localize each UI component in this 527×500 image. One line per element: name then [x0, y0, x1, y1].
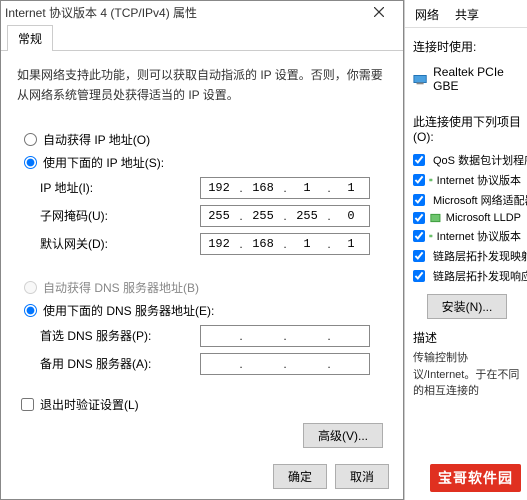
close-icon — [374, 7, 384, 17]
background-properties-window: 网络 共享 连接时使用: Realtek PCIe GBE 此连接使用下列项目(… — [404, 0, 527, 500]
item-checkbox[interactable] — [413, 230, 425, 242]
radio-auto-dns: 自动获得 DNS 服务器地址(B) — [24, 279, 386, 296]
tab-general[interactable]: 常规 — [7, 25, 53, 51]
ip-label: IP 地址(I): — [40, 179, 200, 196]
item-checkbox[interactable] — [413, 212, 425, 224]
protocol-icon — [429, 174, 433, 186]
dns2-label: 备用 DNS 服务器(A): — [40, 355, 200, 372]
validate-checkbox-input[interactable] — [21, 398, 34, 411]
bgwin-tab-network[interactable]: 网络 — [407, 2, 447, 27]
install-row: 安装(N)... — [413, 294, 521, 319]
bgwin-tab-sharing[interactable]: 共享 — [447, 2, 487, 27]
item-label: 链路层拓扑发现映射 — [433, 248, 527, 264]
radio-auto-dns-label: 自动获得 DNS 服务器地址(B) — [43, 279, 199, 296]
validate-checkbox-label: 退出时验证设置(L) — [40, 396, 139, 413]
description-text: 传输控制协议/Internet。于在不同的相互连接的 — [413, 350, 521, 400]
bottom-buttons: 确定 取消 — [273, 464, 389, 489]
ip-oct4[interactable]: 1 — [333, 181, 369, 195]
mask-oct1[interactable]: 255 — [201, 209, 237, 223]
mask-oct3[interactable]: 255 — [289, 209, 325, 223]
item-checkbox[interactable] — [413, 174, 425, 186]
list-item[interactable]: Internet 协议版本 — [413, 226, 521, 246]
mask-input[interactable]: 255. 255. 255. 0 — [200, 205, 370, 227]
list-item[interactable]: Microsoft LLDP — [413, 210, 521, 226]
bgwin-tabs: 网络 共享 — [405, 0, 527, 28]
bgwin-body: 连接时使用: Realtek PCIe GBE 此连接使用下列项目(O): Qo… — [405, 28, 527, 406]
protocol-icon — [429, 230, 433, 242]
gw-oct1[interactable]: 192 — [201, 237, 237, 251]
ip-oct3[interactable]: 1 — [289, 181, 325, 195]
dns2-row: 备用 DNS 服务器(A): . . . — [40, 353, 386, 375]
radio-auto-ip[interactable]: 自动获得 IP 地址(O) — [24, 131, 386, 148]
item-checkbox[interactable] — [413, 194, 425, 206]
mask-row: 子网掩码(U): 255. 255. 255. 0 — [40, 205, 386, 227]
radio-manual-dns-input[interactable] — [24, 304, 37, 317]
advanced-row: 高级(V)... — [17, 423, 387, 448]
tab-strip: 常规 — [1, 23, 403, 51]
adapter-name: Realtek PCIe GBE — [433, 65, 521, 93]
item-checkbox[interactable] — [413, 154, 425, 166]
radio-auto-ip-input[interactable] — [24, 133, 37, 146]
close-button[interactable] — [359, 1, 399, 23]
gw-oct2[interactable]: 168 — [245, 237, 281, 251]
dialog-body: 如果网络支持此功能，则可以获取自动指派的 IP 设置。否则，你需要从网络系统管理… — [1, 51, 403, 458]
dns-group: 自动获得 DNS 服务器地址(B) 使用下面的 DNS 服务器地址(E): 首选… — [17, 272, 387, 382]
radio-manual-ip-label: 使用下面的 IP 地址(S): — [43, 154, 164, 171]
gw-oct3[interactable]: 1 — [289, 237, 325, 251]
radio-manual-dns-label: 使用下面的 DNS 服务器地址(E): — [43, 302, 214, 319]
dns1-input[interactable]: . . . — [200, 325, 370, 347]
list-item[interactable]: Microsoft 网络适配器 — [413, 190, 521, 210]
radio-auto-dns-input — [24, 281, 37, 294]
ip-input[interactable]: 192. 168. 1. 1 — [200, 177, 370, 199]
item-label: Internet 协议版本 — [437, 172, 521, 188]
radio-manual-ip[interactable]: 使用下面的 IP 地址(S): — [24, 154, 386, 171]
title-bar: Internet 协议版本 4 (TCP/IPv4) 属性 — [1, 1, 403, 23]
list-item[interactable]: Internet 协议版本 — [413, 170, 521, 190]
item-label: 链路层拓扑发现响应 — [433, 268, 527, 284]
mask-oct4[interactable]: 0 — [333, 209, 369, 223]
mask-oct2[interactable]: 255 — [245, 209, 281, 223]
item-label: Microsoft 网络适配器 — [433, 192, 527, 208]
protocol-icon — [429, 212, 442, 224]
item-label: Microsoft LLDP — [446, 212, 521, 224]
dialog-title: Internet 协议版本 4 (TCP/IPv4) 属性 — [5, 4, 359, 21]
gw-oct4[interactable]: 1 — [333, 237, 369, 251]
ok-button[interactable]: 确定 — [273, 464, 327, 489]
connect-using-label: 连接时使用: — [413, 38, 521, 55]
install-button[interactable]: 安装(N)... — [427, 294, 508, 319]
ipv4-properties-dialog: Internet 协议版本 4 (TCP/IPv4) 属性 常规 如果网络支持此… — [0, 0, 404, 500]
watermark: 宝哥软件园 — [430, 464, 521, 492]
validate-checkbox[interactable]: 退出时验证设置(L) — [21, 396, 387, 413]
advanced-button[interactable]: 高级(V)... — [303, 423, 383, 448]
adapter-icon — [413, 72, 427, 86]
item-label: QoS 数据包计划程序 — [433, 152, 527, 168]
radio-manual-dns[interactable]: 使用下面的 DNS 服务器地址(E): — [24, 302, 386, 319]
items-label: 此连接使用下列项目(O): — [413, 113, 521, 144]
radio-auto-ip-label: 自动获得 IP 地址(O) — [43, 131, 150, 148]
dns1-row: 首选 DNS 服务器(P): . . . — [40, 325, 386, 347]
list-item[interactable]: QoS 数据包计划程序 — [413, 150, 521, 170]
radio-manual-ip-input[interactable] — [24, 156, 37, 169]
gateway-label: 默认网关(D): — [40, 235, 200, 252]
ip-group: 自动获得 IP 地址(O) 使用下面的 IP 地址(S): IP 地址(I): … — [17, 124, 387, 262]
ip-oct1[interactable]: 192 — [201, 181, 237, 195]
item-checkbox[interactable] — [413, 250, 425, 262]
list-item[interactable]: 链路层拓扑发现映射 — [413, 246, 521, 266]
item-checkbox[interactable] — [413, 270, 425, 282]
dns2-input[interactable]: . . . — [200, 353, 370, 375]
ip-oct2[interactable]: 168 — [245, 181, 281, 195]
description-label: 描述 — [413, 329, 521, 346]
ip-row: IP 地址(I): 192. 168. 1. 1 — [40, 177, 386, 199]
gateway-row: 默认网关(D): 192. 168. 1. 1 — [40, 233, 386, 255]
cancel-button[interactable]: 取消 — [335, 464, 389, 489]
adapter-row: Realtek PCIe GBE — [413, 63, 521, 95]
intro-text: 如果网络支持此功能，则可以获取自动指派的 IP 设置。否则，你需要从网络系统管理… — [17, 65, 387, 106]
list-item[interactable]: 链路层拓扑发现响应 — [413, 266, 521, 286]
dns1-label: 首选 DNS 服务器(P): — [40, 327, 200, 344]
item-label: Internet 协议版本 — [437, 228, 521, 244]
items-list: QoS 数据包计划程序 Internet 协议版本 Microsoft 网络适配… — [413, 150, 521, 286]
gateway-input[interactable]: 192. 168. 1. 1 — [200, 233, 370, 255]
mask-label: 子网掩码(U): — [40, 207, 200, 224]
